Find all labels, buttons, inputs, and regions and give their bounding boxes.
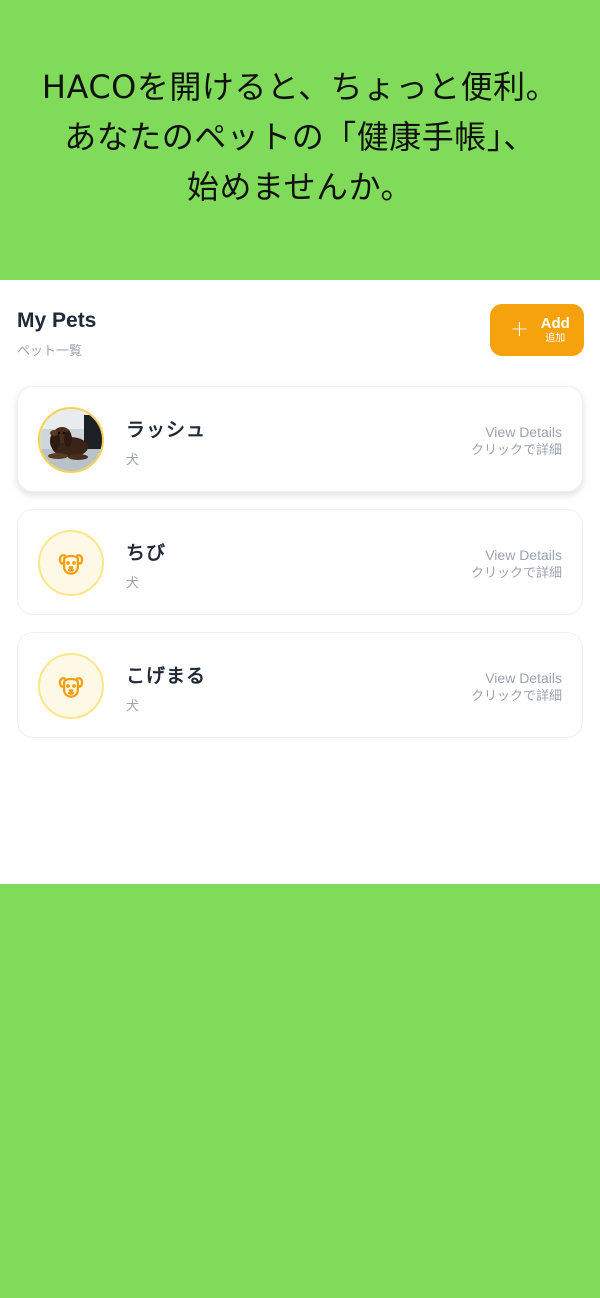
pet-name: ちび — [126, 542, 167, 564]
view-details-link[interactable]: View Details クリックで詳細 — [471, 669, 562, 706]
pet-species: 犬 — [126, 699, 140, 714]
plus-icon: + — [510, 317, 529, 342]
pets-header: My Pets ペット一覧 + Add 追加 — [17, 304, 584, 359]
pet-avatar-placeholder — [38, 530, 104, 596]
pet-name: こげまる — [126, 665, 207, 687]
view-details-label: View Details — [485, 670, 562, 686]
add-button-sublabel: 追加 — [545, 332, 566, 344]
promo-banner: HACOを開けると、ちょっと便利。 あなたのペットの「健康手帳」、 始めませんか… — [0, 0, 600, 280]
promo-line-1: HACOを開けると、ちょっと便利。 — [41, 68, 559, 106]
pet-card[interactable]: こげまる 犬 View Details クリックで詳細 — [17, 632, 583, 738]
pet-photo — [38, 407, 104, 473]
pet-name: ラッシュ — [126, 419, 207, 441]
view-details-sublabel: クリックで詳細 — [470, 443, 562, 458]
pet-card[interactable]: ラッシュ 犬 View Details クリックで詳細 — [17, 386, 583, 492]
page-subtitle: ペット一覧 — [17, 344, 83, 359]
pet-avatar-placeholder — [38, 653, 104, 719]
pet-species: 犬 — [126, 453, 140, 468]
view-details-label: View Details — [485, 424, 562, 440]
dog-icon — [58, 554, 84, 575]
view-details-sublabel: クリックで詳細 — [470, 689, 562, 704]
my-pets-panel: My Pets ペット一覧 + Add 追加 ラッシュ 犬 View Detai… — [0, 280, 600, 884]
view-details-link[interactable]: View Details クリックで詳細 — [471, 546, 562, 583]
dog-icon — [58, 677, 84, 698]
add-button-label: Add — [540, 314, 570, 332]
promo-line-3: 始めませんか。 — [187, 168, 413, 206]
add-pet-button[interactable]: + Add 追加 — [490, 304, 584, 356]
view-details-sublabel: クリックで詳細 — [470, 566, 562, 581]
page-title: My Pets — [17, 309, 97, 332]
pet-species: 犬 — [126, 576, 140, 591]
view-details-link[interactable]: View Details クリックで詳細 — [471, 423, 562, 460]
pet-list: ラッシュ 犬 View Details クリックで詳細 ちび 犬 View De… — [17, 386, 583, 755]
view-details-label: View Details — [485, 547, 562, 563]
promo-line-2: あなたのペットの「健康手帳」、 — [64, 118, 536, 156]
pet-card[interactable]: ちび 犬 View Details クリックで詳細 — [17, 509, 583, 615]
